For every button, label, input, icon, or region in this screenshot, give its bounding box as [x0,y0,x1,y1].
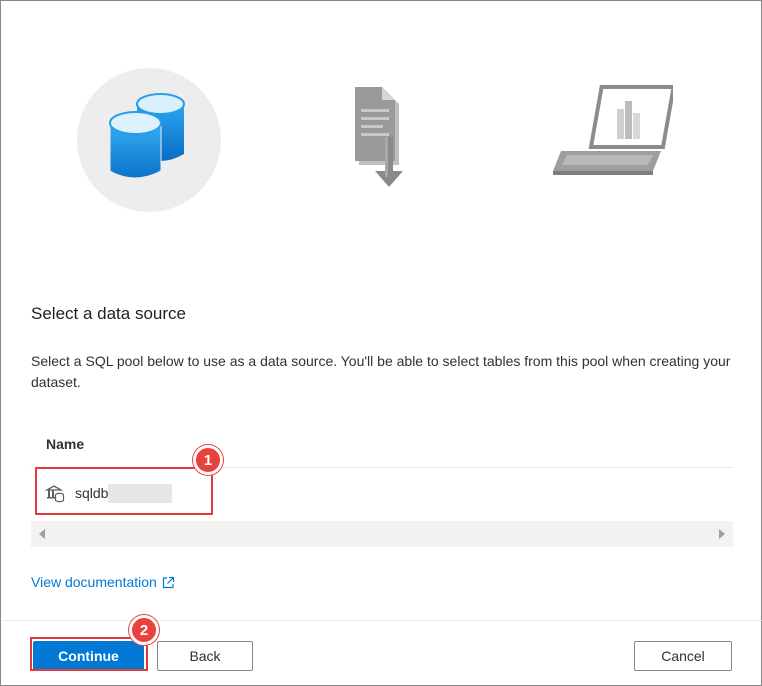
document-download-illustration [341,83,411,203]
back-button[interactable]: Back [157,641,253,671]
document-download-icon [355,87,403,187]
view-documentation-link[interactable]: View documentation [31,574,175,590]
highlight-box-1 [35,467,213,515]
section-heading: Select a data source [31,304,186,323]
section-description: Select a SQL pool below to use as a data… [31,353,731,390]
laptop-report-illustration [553,79,676,184]
footer-divider [2,620,762,621]
column-header-name[interactable]: Name [46,436,84,452]
database-icon [109,93,185,179]
view-documentation-label: View documentation [31,574,157,590]
database-illustration [77,68,221,212]
laptop-report-icon [553,85,676,175]
step-badge-2: 2 [129,615,159,645]
external-link-icon [162,576,174,588]
scroll-right-icon[interactable] [719,529,725,539]
horizontal-scrollbar[interactable] [31,521,733,547]
cancel-button[interactable]: Cancel [634,641,732,671]
highlight-box-2 [30,637,148,671]
step-badge-1: 1 [193,445,223,475]
scroll-left-icon[interactable] [39,529,45,539]
dialog-panel: Select a data source Select a SQL pool b… [0,0,762,686]
